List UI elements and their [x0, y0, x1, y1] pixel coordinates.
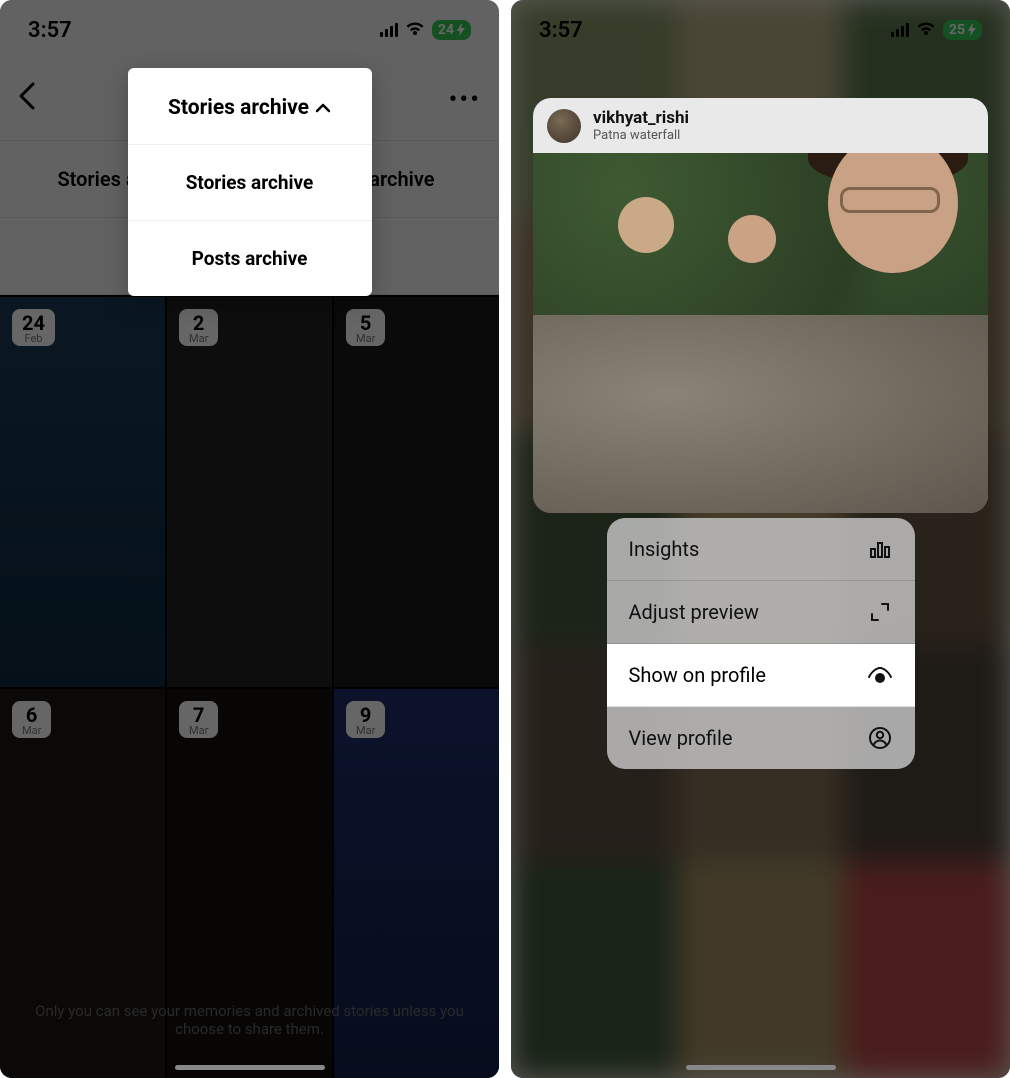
post-location[interactable]: Patna waterfall — [593, 128, 689, 143]
home-indicator[interactable] — [686, 1065, 836, 1070]
date-day: 9 — [356, 705, 375, 725]
eye-icon — [867, 662, 893, 688]
status-bar: 3:57 25 — [511, 0, 1010, 60]
archive-dropdown-title-label: Stories archive — [168, 96, 309, 120]
date-day: 5 — [356, 313, 375, 333]
archive-privacy-note: Only you can see your memories and archi… — [0, 1002, 499, 1038]
archive-type-dropdown: Stories archive Stories archive Posts ar… — [128, 68, 372, 296]
home-indicator[interactable] — [175, 1065, 325, 1070]
menu-label: Show on profile — [629, 663, 766, 687]
date-day: 2 — [189, 313, 208, 333]
cellular-icon — [380, 23, 398, 37]
stories-grid: 24 Feb 2 Mar 5 Mar 6 Mar — [0, 295, 499, 1078]
back-button[interactable] — [18, 82, 36, 118]
status-time: 3:57 — [28, 18, 72, 43]
date-chip: 24 Feb — [12, 309, 55, 346]
date-day: 7 — [189, 705, 208, 725]
menu-view-profile[interactable]: View profile — [607, 707, 915, 769]
battery-badge: 24 — [432, 20, 471, 40]
status-bar: 3:57 24 — [0, 0, 499, 60]
cellular-icon — [891, 23, 909, 37]
story-thumbnail[interactable]: 2 Mar — [167, 297, 332, 687]
story-thumbnail[interactable]: 24 Feb — [0, 297, 165, 687]
date-day: 6 — [22, 705, 41, 725]
date-month: Mar — [356, 725, 375, 736]
chevron-up-icon — [315, 96, 331, 120]
date-day: 24 — [22, 313, 45, 333]
avatar[interactable] — [547, 109, 581, 143]
wifi-icon — [405, 18, 425, 43]
status-right: 25 — [891, 18, 982, 43]
post-preview-card[interactable]: vikhyat_rishi Patna waterfall — [533, 98, 988, 513]
right-screenshot: 3:57 25 vikhyat_rishi Patna waterfall — [511, 0, 1010, 1078]
date-chip: 2 Mar — [179, 309, 218, 346]
more-button[interactable]: ••• — [449, 85, 481, 115]
post-action-menu: Insights Adjust preview Show on profile … — [607, 518, 915, 769]
status-time: 3:57 — [539, 18, 583, 43]
menu-show-on-profile[interactable]: Show on profile — [607, 644, 915, 707]
battery-value: 24 — [438, 22, 454, 38]
date-chip: 9 Mar — [346, 701, 385, 738]
left-screenshot: 3:57 24 ••• Stories archive Posts archi — [0, 0, 499, 1078]
expand-icon — [867, 599, 893, 625]
date-chip: 5 Mar — [346, 309, 385, 346]
menu-label: Adjust preview — [629, 600, 759, 624]
wifi-icon — [916, 18, 936, 43]
status-right: 24 — [380, 18, 471, 43]
menu-insights[interactable]: Insights — [607, 518, 915, 581]
post-image[interactable] — [533, 153, 988, 513]
date-chip: 6 Mar — [12, 701, 51, 738]
menu-label: View profile — [629, 726, 733, 750]
date-month: Mar — [356, 333, 375, 344]
menu-label: Insights — [629, 537, 700, 561]
date-month: Mar — [189, 333, 208, 344]
dropdown-option-stories-archive[interactable]: Stories archive — [128, 144, 372, 220]
post-username[interactable]: vikhyat_rishi — [593, 108, 689, 128]
dropdown-option-posts-archive[interactable]: Posts archive — [128, 220, 372, 296]
date-month: Mar — [22, 725, 41, 736]
battery-value: 25 — [949, 22, 965, 38]
story-thumbnail[interactable]: 5 Mar — [334, 297, 499, 687]
date-month: Mar — [189, 725, 208, 736]
archive-dropdown-title[interactable]: Stories archive — [128, 68, 372, 144]
post-header: vikhyat_rishi Patna waterfall — [533, 98, 988, 153]
menu-adjust-preview[interactable]: Adjust preview — [607, 581, 915, 644]
battery-badge: 25 — [943, 20, 982, 40]
insights-icon — [867, 536, 893, 562]
profile-icon — [867, 725, 893, 751]
date-month: Feb — [22, 333, 45, 344]
date-chip: 7 Mar — [179, 701, 218, 738]
